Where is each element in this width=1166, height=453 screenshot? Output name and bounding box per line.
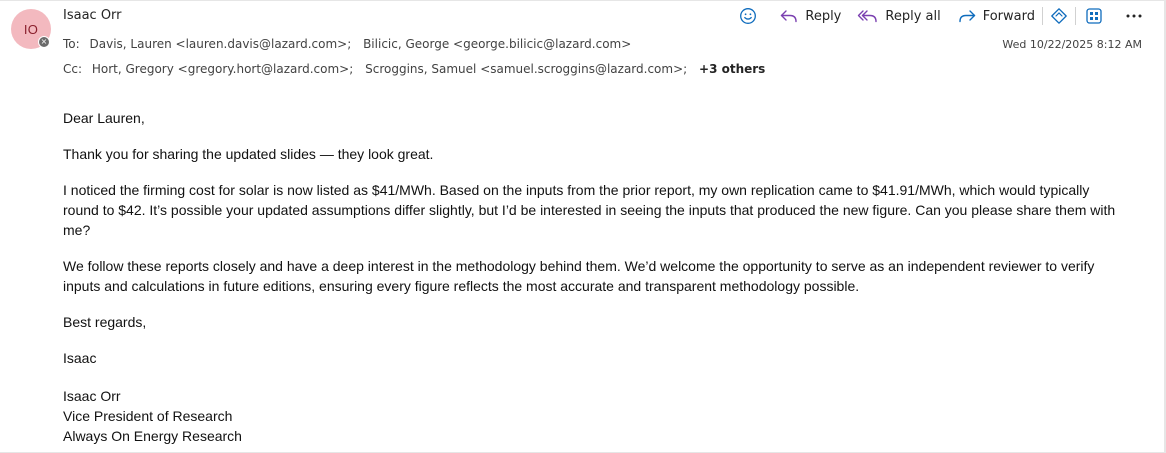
paragraph: Thank you for sharing the updated slides…: [63, 146, 434, 162]
sign-off-name: Isaac: [63, 350, 97, 366]
message-body: Dear Lauren, Thank you for sharing the u…: [63, 108, 1123, 446]
more-actions-button[interactable]: [1120, 4, 1148, 28]
emoji-smile-icon: [739, 7, 757, 25]
forward-button[interactable]: Forward: [952, 4, 1040, 28]
recipient[interactable]: Scroggins, Samuel <samuel.scroggins@laza…: [365, 62, 687, 76]
forward-label: Forward: [982, 8, 1035, 24]
sent-date: Wed 10/22/2025 8:12 AM: [1002, 38, 1142, 51]
recipient[interactable]: Davis, Lauren <lauren.davis@lazard.com>;: [90, 37, 352, 51]
forward-icon: [957, 8, 977, 24]
reply-button[interactable]: Reply: [774, 4, 846, 28]
toolbar-divider: [1075, 7, 1076, 25]
recipient[interactable]: Hort, Gregory <gregory.hort@lazard.com>;: [92, 62, 353, 76]
emoji-reaction-button[interactable]: [734, 4, 762, 28]
paragraph: I noticed the firming cost for solar is …: [63, 182, 1116, 238]
signature-block: Isaac Orr Vice President of Research Alw…: [63, 386, 1123, 446]
reply-all-button[interactable]: Reply all: [852, 4, 945, 28]
reply-all-label: Reply all: [885, 8, 941, 24]
toolbar-divider: [1042, 7, 1043, 25]
diamond-icon: [1050, 7, 1068, 25]
apps-button[interactable]: [1080, 4, 1108, 28]
message-toolbar: Reply Reply all Forward: [734, 4, 1148, 28]
paragraph: We follow these reports closely and have…: [63, 258, 1095, 294]
closing: Best regards,: [63, 314, 147, 330]
more-recipients-link[interactable]: +3 others: [699, 62, 765, 76]
recipient[interactable]: Bilicic, George <george.bilicic@lazard.c…: [363, 37, 631, 51]
to-label: To:: [63, 37, 80, 51]
copilot-button[interactable]: [1045, 4, 1073, 28]
reply-label: Reply: [805, 8, 842, 24]
greeting: Dear Lauren,: [63, 110, 145, 126]
avatar-initials: IO: [23, 21, 39, 37]
to-line: To: Davis, Lauren <lauren.davis@lazard.c…: [63, 37, 639, 51]
reply-icon: [779, 8, 799, 24]
signature-name: Isaac Orr: [63, 388, 121, 404]
reply-all-icon: [857, 8, 879, 24]
apps-grid-icon: [1085, 7, 1103, 25]
presence-status-icon: ×: [38, 36, 50, 48]
signature-org: Always On Energy Research: [63, 428, 242, 444]
sender-name[interactable]: Isaac Orr: [63, 8, 122, 23]
signature-title: Vice President of Research: [63, 408, 233, 424]
cc-line: Cc: Hort, Gregory <gregory.hort@lazard.c…: [63, 62, 765, 76]
more-horizontal-icon: [1125, 13, 1143, 19]
cc-label: Cc:: [63, 62, 83, 76]
